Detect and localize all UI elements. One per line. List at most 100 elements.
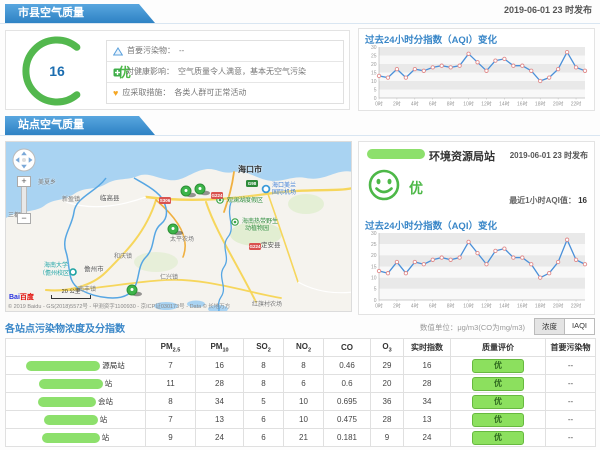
station-name-suffix: 站 bbox=[100, 415, 108, 424]
svg-text:6时: 6时 bbox=[429, 303, 437, 310]
pollutant-value-cell: 8 bbox=[284, 357, 324, 375]
map-label: 和庆镇 bbox=[114, 254, 132, 261]
svg-text:16时: 16时 bbox=[517, 303, 528, 310]
table-title: 各站点污染物浓度及分指数 bbox=[5, 320, 125, 335]
measures-heart-icon: ♥ bbox=[113, 83, 118, 103]
station-publish-date: 2019-06-01 23 时发布 bbox=[510, 150, 588, 161]
map-pan-control[interactable] bbox=[12, 148, 36, 172]
map-label: 动植物园 bbox=[245, 226, 269, 233]
map-label: 海南大学 bbox=[44, 263, 68, 270]
svg-text:25: 25 bbox=[371, 53, 377, 59]
map-label: 美夏乡 bbox=[38, 180, 56, 187]
pollutant-value-cell: 0.6 bbox=[324, 375, 371, 393]
pollutant-triangle-icon bbox=[113, 47, 123, 56]
primary-pollutant-cell: -- bbox=[546, 375, 596, 393]
map-label: 太平农场 bbox=[170, 237, 194, 244]
station-level-label: 优 bbox=[409, 178, 423, 198]
table-header-row: PM2.5PM10SO2NO2COO3实时指数质量评价首要污染物 bbox=[6, 339, 596, 357]
pollutant-value-cell: 13 bbox=[196, 411, 244, 429]
pollutant-value-cell: 24 bbox=[196, 429, 244, 447]
svg-text:25: 25 bbox=[371, 242, 377, 248]
zoom-out-button[interactable]: − bbox=[17, 213, 31, 224]
redacted-station-name bbox=[26, 361, 100, 371]
primary-pollutant-cell: -- bbox=[546, 357, 596, 375]
pollutant-table: PM2.5PM10SO2NO2COO3实时指数质量评价首要污染物 源局站7168… bbox=[5, 338, 596, 447]
svg-text:22时: 22时 bbox=[571, 101, 582, 108]
rating-cell: 优 bbox=[451, 375, 546, 393]
map-label: 国际机场 bbox=[272, 190, 296, 197]
info-value: 空气质量令人满意，基本无空气污染 bbox=[178, 62, 306, 82]
toggle-iaqi[interactable]: IAQI bbox=[564, 318, 595, 335]
recent-aqi: 最近1小时AQI值： 16 bbox=[509, 195, 587, 206]
divider-line bbox=[0, 23, 600, 24]
unit-note: 数值单位：μg/m3(CO为mg/m3) bbox=[420, 322, 525, 333]
pollutant-value-cell: 20 bbox=[371, 375, 404, 393]
map-label: 新盈镇 bbox=[62, 197, 80, 204]
pollutant-value-cell: 21 bbox=[284, 429, 324, 447]
svg-text:15: 15 bbox=[371, 70, 377, 76]
table-row: 站9246210.181924优-- bbox=[6, 429, 596, 447]
svg-text:20: 20 bbox=[371, 253, 377, 259]
quality-rating-badge: 优 bbox=[472, 413, 524, 427]
quality-rating-badge: 优 bbox=[472, 359, 524, 373]
divider-line bbox=[0, 135, 600, 136]
pollutant-value-cell: 29 bbox=[371, 357, 404, 375]
svg-text:2时: 2时 bbox=[393, 101, 401, 108]
pollutant-value-cell: 9 bbox=[371, 429, 404, 447]
pollutant-value-cell: 6 bbox=[244, 429, 284, 447]
pollutant-value-cell: 0.475 bbox=[324, 411, 371, 429]
pollutant-value-cell: 6 bbox=[244, 411, 284, 429]
svg-text:5: 5 bbox=[374, 287, 377, 293]
pollutant-value-cell: 8 bbox=[244, 375, 284, 393]
zoom-slider[interactable] bbox=[21, 187, 27, 213]
svg-text:30: 30 bbox=[371, 45, 377, 51]
table-row: 源局站716880.462916优-- bbox=[6, 357, 596, 375]
toggle-concentration[interactable]: 浓度 bbox=[534, 318, 565, 335]
column-header: PM10 bbox=[196, 339, 244, 357]
aqi-value-text: 16 bbox=[49, 63, 65, 79]
svg-text:5: 5 bbox=[374, 87, 377, 93]
svg-text:8时: 8时 bbox=[447, 303, 455, 310]
svg-text:0时: 0时 bbox=[375, 303, 383, 310]
column-header bbox=[6, 339, 146, 357]
pollutant-value-cell: 11 bbox=[146, 375, 196, 393]
aqi-info-box: 首要污染物： -- 对健康影响： 空气质量令人满意，基本无空气污染 ♥ 应采取措… bbox=[106, 40, 344, 104]
station-name-suffix: 会站 bbox=[98, 397, 113, 406]
pollutant-value-cell: 10 bbox=[284, 411, 324, 429]
map-label: 海口美兰 bbox=[272, 183, 296, 190]
zoom-in-button[interactable]: + bbox=[17, 176, 31, 187]
pollutant-value-cell: 8 bbox=[244, 357, 284, 375]
map-label: 定安县 bbox=[261, 242, 281, 249]
road-shield: G224 bbox=[249, 243, 261, 250]
map-scale-bar bbox=[51, 295, 91, 299]
primary-pollutant-cell: -- bbox=[546, 429, 596, 447]
rating-cell: 优 bbox=[451, 429, 546, 447]
svg-text:12时: 12时 bbox=[481, 101, 492, 108]
map-label: 海南热带野生 bbox=[242, 219, 278, 226]
primary-pollutant-cell: -- bbox=[546, 411, 596, 429]
svg-text:8时: 8时 bbox=[447, 101, 455, 108]
info-value: 各类人群可正常活动 bbox=[174, 83, 246, 103]
station-name-suffix: 站 bbox=[102, 433, 110, 442]
rating-cell: 优 bbox=[451, 393, 546, 411]
pollutant-value-cell: 0.181 bbox=[324, 429, 371, 447]
station-name-suffix: 站 bbox=[105, 379, 113, 388]
map-label: 儋州市 bbox=[84, 266, 104, 273]
info-row-health-effect: 对健康影响： 空气质量令人满意，基本无空气污染 bbox=[107, 62, 343, 83]
info-label: 对健康影响： bbox=[126, 62, 174, 82]
city-aqi-line-chart: 0510152025300时2时4时6时8时10时12时14时16时18时20时… bbox=[363, 44, 591, 110]
svg-text:16时: 16时 bbox=[517, 101, 528, 108]
recent-aqi-label: 最近1小时AQI值： bbox=[509, 196, 576, 205]
column-header: CO bbox=[324, 339, 371, 357]
tab-city-air-quality: 市县空气质量 bbox=[5, 4, 155, 23]
station-name: 环境资源局站 bbox=[429, 148, 495, 164]
tab-city-label: 市县空气质量 bbox=[18, 7, 84, 19]
table-row: 会站8345100.6953634优-- bbox=[6, 393, 596, 411]
road-shield: S306 bbox=[159, 197, 171, 204]
aqi-gauge-arc-icon: 16 bbox=[18, 32, 96, 110]
station-map[interactable]: 海口市海口美兰国际机场观澜湖度假区海南热带野生动植物园定安县临高县新盈镇美夏乡三… bbox=[5, 141, 352, 312]
tab-station-air-quality: 站点空气质量 bbox=[5, 116, 155, 135]
health-cross-icon bbox=[113, 68, 122, 77]
pollutant-value-cell: 16 bbox=[404, 357, 451, 375]
svg-text:14时: 14时 bbox=[499, 101, 510, 108]
